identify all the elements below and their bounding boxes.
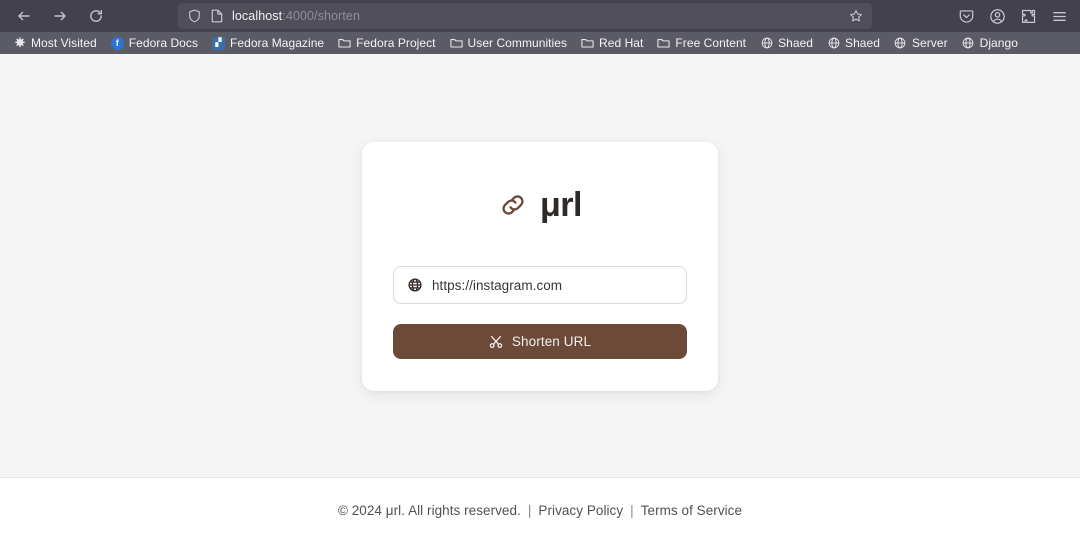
privacy-policy-link[interactable]: Privacy Policy [538,503,623,518]
bookmark-fedora-magazine[interactable]: ▞ Fedora Magazine [205,34,331,52]
brand-logo: μrl [393,188,687,222]
globe-icon [894,37,907,50]
footer-content: © 2024 μrl. All rights reserved. | Priva… [338,503,742,518]
pocket-save-icon[interactable] [953,3,979,29]
shorten-url-label: Shorten URL [511,334,592,349]
bookmark-label: Most Visited [31,36,97,50]
bookmark-fedora-docs[interactable]: f Fedora Docs [104,34,205,52]
page-document-icon [209,8,225,24]
main-content: μrl https://instagram.com Shorten URL [0,54,1080,477]
brand-wordmark: μrl [540,186,582,224]
bookmark-label: Fedora Project [356,36,436,50]
shield-icon [186,8,202,24]
url-bar[interactable]: localhost:4000/shorten [178,3,872,29]
bookmark-label: Shaed [778,36,814,50]
bookmark-most-visited[interactable]: Most Visited [6,34,104,52]
bookmark-label: Django [979,36,1018,50]
fedora-logo-icon: f [110,36,124,50]
footer-copyright: © 2024 μrl. All rights reserved. [337,503,521,518]
app-menu-icon[interactable] [1046,3,1072,29]
terms-of-service-link[interactable]: Terms of Service [641,503,742,518]
fedora-magazine-icon: ▞ [212,36,225,50]
back-button[interactable] [10,3,38,29]
bookmark-label: Fedora Magazine [230,36,325,50]
bookmark-label: Free Content [675,36,747,50]
globe-icon [827,37,840,50]
folder-icon [449,37,463,50]
reload-icon [90,9,102,22]
bookmark-django[interactable]: Django [955,34,1025,52]
nav-button-group [10,3,110,29]
gear-icon [13,37,26,50]
url-text: localhost:4000/shorten [232,9,839,23]
url-input-value: https://instagram.com [432,277,563,293]
bookmark-server[interactable]: Server [887,34,955,52]
bookmark-free-content[interactable]: Free Content [650,34,753,52]
bookmark-label: User Communities [467,36,568,50]
star-icon[interactable] [846,6,866,26]
bookmark-shaed-2[interactable]: Shaed [820,34,887,52]
bookmark-shaed-1[interactable]: Shaed [753,34,820,52]
browser-chrome: localhost:4000/shorten Most Visited f Fe… [0,0,1080,54]
forward-button[interactable] [46,3,74,29]
bookmark-fedora-project[interactable]: Fedora Project [331,34,442,52]
page-viewport: μrl https://instagram.com Shorten URL © … [0,54,1080,543]
navigation-toolbar: localhost:4000/shorten [0,0,1080,32]
bookmark-label: Fedora Docs [128,36,198,50]
arrow-right-icon [54,11,66,21]
scissors-icon [489,335,503,349]
url-path: :4000/shorten [282,9,360,23]
shortener-card: μrl https://instagram.com Shorten URL [362,142,718,391]
folder-icon [581,37,594,50]
globe-icon [760,37,773,50]
footer-separator: | [630,503,634,518]
bookmarks-toolbar: Most Visited f Fedora Docs ▞ Fedora Maga… [0,32,1080,54]
page-footer: © 2024 μrl. All rights reserved. | Priva… [0,477,1080,543]
folder-icon [338,37,351,50]
arrow-left-icon [18,11,30,21]
bookmark-label: Server [911,36,948,50]
bookmark-user-communities[interactable]: User Communities [443,34,575,52]
globe-icon [407,278,422,293]
url-input-field[interactable]: https://instagram.com [393,266,687,304]
reload-button[interactable] [82,3,110,29]
bookmark-label: Shaed [845,36,880,50]
url-host: localhost [232,9,283,23]
bookmark-red-hat[interactable]: Red Hat [574,34,650,52]
footer-separator: | [527,503,532,518]
toolbar-right-icons [953,0,1072,32]
account-icon[interactable] [984,3,1010,29]
bookmark-label: Red Hat [599,36,644,50]
shorten-url-button[interactable]: Shorten URL [393,324,687,359]
extensions-icon[interactable] [1015,3,1041,29]
folder-icon [657,37,671,50]
globe-icon [962,37,975,50]
link-chain-icon [498,190,528,220]
